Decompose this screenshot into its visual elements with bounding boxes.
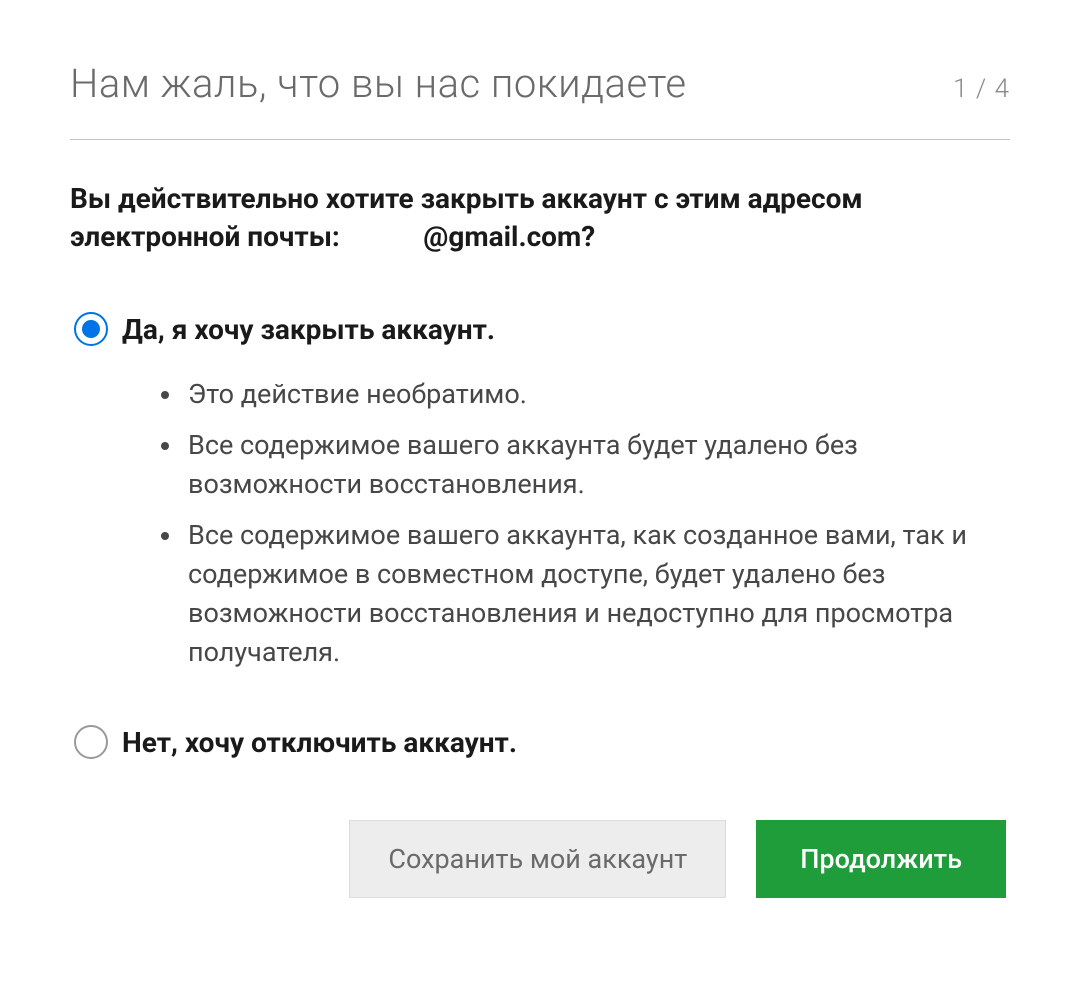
radio-option-no[interactable]: Нет, хочу отключить аккаунт. bbox=[74, 725, 1010, 760]
yes-consequences-list: Это действие необратимо. Все содержимое … bbox=[184, 375, 1010, 673]
radio-group: Да, я хочу закрыть аккаунт. Это действие… bbox=[74, 312, 1010, 760]
continue-button[interactable]: Продолжить bbox=[756, 820, 1006, 898]
header: Нам жаль, что вы нас покидаете 1 / 4 bbox=[70, 60, 1010, 140]
button-row: Сохранить мой аккаунт Продолжить bbox=[70, 820, 1010, 898]
radio-yes-label: Да, я хочу закрыть аккаунт. bbox=[122, 312, 495, 347]
confirmation-question: Вы действительно хотите закрыть аккаунт … bbox=[70, 180, 1010, 256]
page-title: Нам жаль, что вы нас покидаете bbox=[70, 60, 687, 107]
list-item: Это действие необратимо. bbox=[184, 375, 1010, 414]
list-item: Все содержимое вашего аккаунта будет уда… bbox=[184, 426, 1010, 504]
radio-no-label: Нет, хочу отключить аккаунт. bbox=[122, 725, 517, 760]
radio-no-icon[interactable] bbox=[74, 725, 108, 759]
radio-option-yes[interactable]: Да, я хочу закрыть аккаунт. bbox=[74, 312, 1010, 347]
radio-yes-icon[interactable] bbox=[74, 312, 108, 346]
list-item: Все содержимое вашего аккаунта, как созд… bbox=[184, 516, 1010, 673]
step-indicator: 1 / 4 bbox=[953, 74, 1010, 104]
keep-account-button[interactable]: Сохранить мой аккаунт bbox=[349, 820, 726, 898]
